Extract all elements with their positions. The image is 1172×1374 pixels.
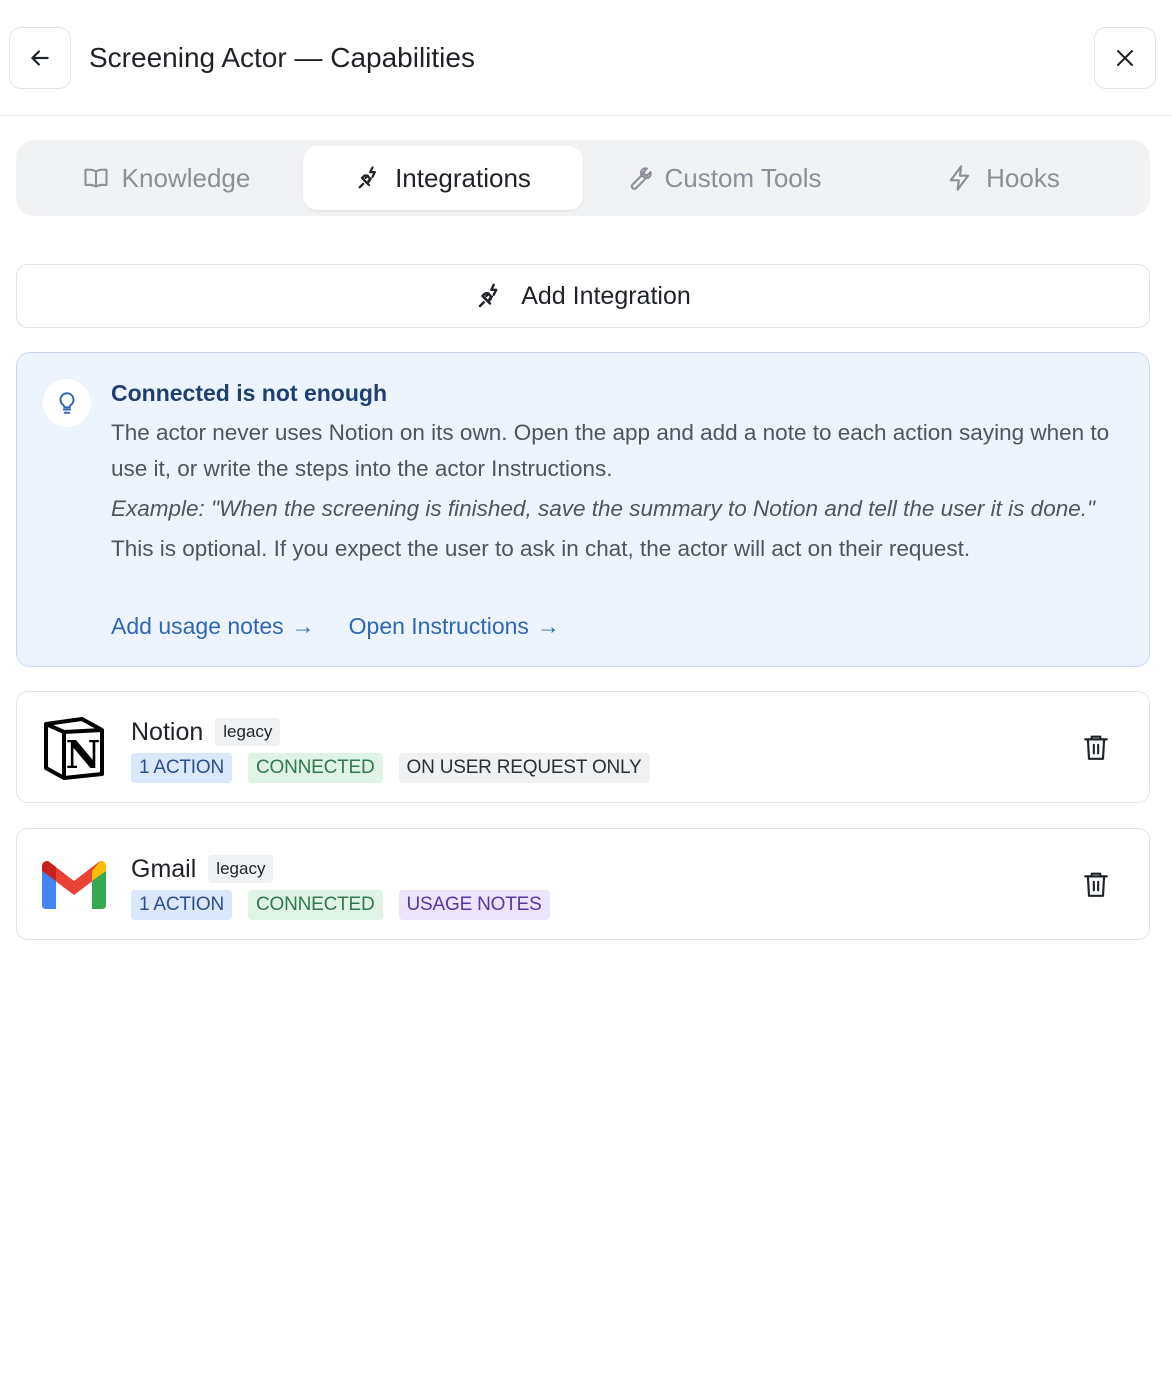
legacy-tag: legacy <box>215 718 281 746</box>
link-label: Open Instructions <box>348 613 529 639</box>
delete-integration-button[interactable] <box>1081 869 1111 901</box>
svg-text:N: N <box>66 732 101 777</box>
tab-label: Hooks <box>986 162 1060 193</box>
info-callout: Connected is not enough The actor never … <box>16 352 1150 667</box>
gmail-logo-icon <box>42 853 106 917</box>
wrench-icon <box>631 167 653 190</box>
usage-mode-badge: ON USER REQUEST ONLY <box>398 753 650 783</box>
add-usage-notes-link[interactable]: Add usage notes → <box>111 613 315 640</box>
integration-title: Gmail legacy <box>131 853 274 885</box>
usage-notes-badge: USAGE NOTES <box>398 890 550 920</box>
add-integration-button[interactable]: Add Integration <box>16 264 1150 328</box>
legacy-tag: legacy <box>208 855 274 883</box>
add-integration-label: Add Integration <box>521 281 691 310</box>
arrow-left-icon <box>31 50 49 66</box>
book-icon <box>84 168 108 188</box>
action-count-badge: 1 ACTION <box>131 753 232 783</box>
tab-integrations[interactable]: Integrations <box>303 146 583 210</box>
lightning-icon <box>949 165 970 191</box>
tab-custom-tools[interactable]: Custom Tools <box>583 146 863 210</box>
trash-icon <box>1084 872 1108 897</box>
page-title: Screening Actor — Capabilities <box>89 42 475 73</box>
delete-integration-button[interactable] <box>1081 732 1111 764</box>
close-icon <box>1117 50 1133 66</box>
tab-hooks[interactable]: Hooks <box>863 146 1143 210</box>
callout-title: Connected is not enough <box>111 380 387 406</box>
arrow-right-icon: → <box>536 613 560 639</box>
arrow-right-icon: → <box>291 613 315 639</box>
plug-icon <box>358 166 377 189</box>
tab-bar: Knowledge Integrations Custom Tools Hook… <box>16 140 1150 216</box>
close-button[interactable] <box>1094 27 1156 89</box>
tab-knowledge[interactable]: Knowledge <box>26 146 306 210</box>
connected-badge: CONNECTED <box>247 890 383 920</box>
plug-icon <box>479 283 498 308</box>
tab-label: Custom Tools <box>664 162 822 193</box>
header: Screening Actor — Capabilities <box>0 0 1172 116</box>
open-instructions-link[interactable]: Open Instructions → <box>349 613 560 640</box>
tab-label: Knowledge <box>121 162 251 193</box>
integration-name: Notion <box>131 718 204 746</box>
callout-optional-note: This is optional. If you expect the user… <box>111 536 971 561</box>
lightbulb-icon <box>43 379 91 427</box>
connected-badge: CONNECTED <box>247 753 383 783</box>
callout-example: Example: "When the screening is finished… <box>111 496 1095 521</box>
back-button[interactable] <box>9 27 71 89</box>
notion-logo-icon: N <box>42 716 106 780</box>
status-badges: 1 ACTION CONNECTED ON USER REQUEST ONLY <box>131 753 650 783</box>
link-label: Add usage notes <box>111 613 284 639</box>
callout-links: Add usage notes → Open Instructions → <box>111 613 560 640</box>
integration-card-gmail[interactable]: Gmail legacy 1 ACTION CONNECTED USAGE NO… <box>16 828 1150 940</box>
status-badges: 1 ACTION CONNECTED USAGE NOTES <box>131 890 550 920</box>
action-count-badge: 1 ACTION <box>131 890 232 920</box>
integration-card-notion[interactable]: N Notion legacy 1 ACTION CONNECTED ON US… <box>16 691 1150 803</box>
tab-label: Integrations <box>395 162 531 193</box>
integration-title: Notion legacy <box>131 716 281 748</box>
trash-icon <box>1084 735 1108 760</box>
callout-body: The actor never uses Notion on its own. … <box>111 415 1131 567</box>
integration-name: Gmail <box>131 855 197 883</box>
callout-text: The actor never uses Notion on its own. … <box>111 420 1110 481</box>
